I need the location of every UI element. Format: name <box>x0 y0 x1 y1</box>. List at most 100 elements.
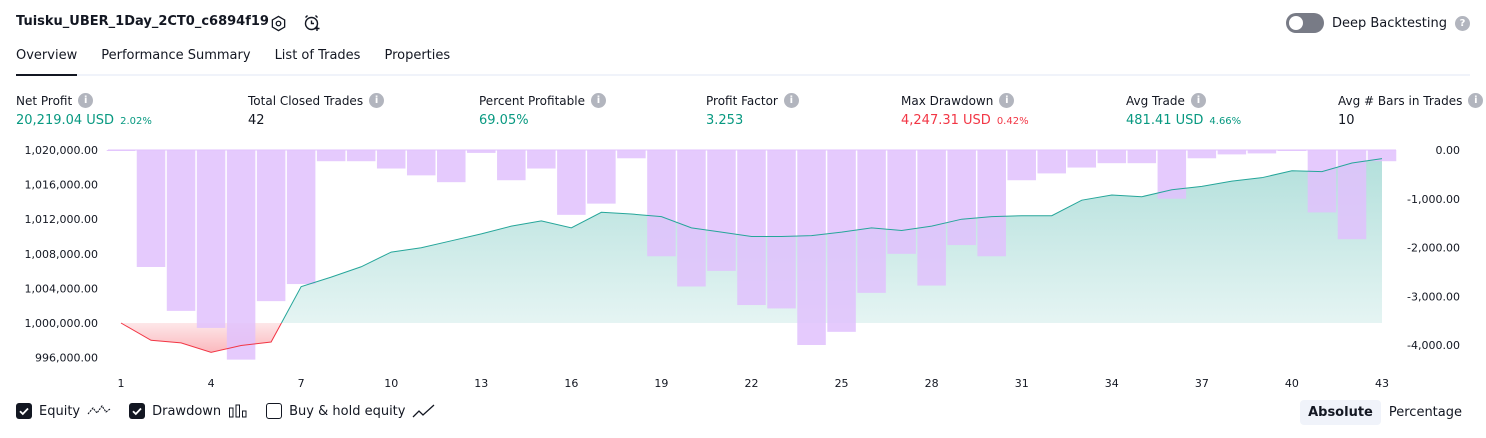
metric-label: Net Profit <box>16 93 73 108</box>
info-icon[interactable]: i <box>590 93 606 108</box>
help-icon[interactable]: ? <box>1455 15 1470 31</box>
drawdown-bar <box>737 150 766 306</box>
drawdown-bar <box>196 150 226 328</box>
toggle-switch[interactable] <box>1285 13 1324 33</box>
info-icon[interactable]: i <box>1190 93 1206 108</box>
x-tick-label: 19 <box>654 377 668 390</box>
tab-overview[interactable]: Overview <box>16 48 78 76</box>
legend-label: Equity <box>39 403 81 419</box>
drawdown-bar <box>1307 150 1337 213</box>
drawdown-bar <box>346 150 376 162</box>
metric-profit-factor: Profit Factor i 3.253 <box>706 93 799 128</box>
drawdown-bar <box>1157 150 1187 199</box>
y-tick-label-right: -2,000.00 <box>1407 242 1460 255</box>
metric-value: 481.41 USD <box>1126 113 1204 128</box>
buy-hold-checkbox[interactable] <box>266 403 283 419</box>
drawdown-bar <box>767 150 796 309</box>
info-icon[interactable]: i <box>369 93 385 108</box>
equity-checkbox[interactable] <box>16 403 32 419</box>
y-tick-label-left: 1,004,000.00 <box>25 282 98 295</box>
y-tick-label-left: 1,016,000.00 <box>25 179 98 192</box>
y-tick-label-right: -1,000.00 <box>1407 193 1460 206</box>
drawdown-bar <box>527 150 556 169</box>
x-tick-label: 40 <box>1285 377 1299 390</box>
tab-bar: Overview Performance Summary List of Tra… <box>16 48 1470 76</box>
x-tick-label: 4 <box>208 377 215 390</box>
drawdown-bar <box>797 150 826 345</box>
scale-toggle: Absolute Percentage <box>1300 400 1470 425</box>
deep-backtesting-toggle[interactable]: Deep Backtesting ? <box>1285 13 1470 33</box>
y-tick-label-left: 996,000.00 <box>35 352 98 365</box>
legend-buy-hold[interactable]: Buy & hold equity <box>266 403 436 419</box>
drawdown-bar <box>947 150 976 246</box>
drawdown-bar <box>1277 150 1307 151</box>
x-tick-label: 13 <box>474 377 488 390</box>
chart-legend: Equity Drawdown Buy & hold equity <box>16 403 436 419</box>
drawdown-bar <box>827 150 856 332</box>
metric-avg-trade: Avg Trade i 481.41 USD 4.66% <box>1126 93 1241 128</box>
drawdown-bar <box>467 150 496 153</box>
drawdown-bar <box>647 150 676 257</box>
drawdown-bar <box>557 150 586 215</box>
drawdown-bar <box>977 150 1006 257</box>
y-tick-label-left: 1,012,000.00 <box>25 213 98 226</box>
absolute-button[interactable]: Absolute <box>1300 400 1381 425</box>
drawdown-bar <box>887 150 916 254</box>
drawdown-bar <box>1097 150 1127 164</box>
y-tick-label-right: 0.00 <box>1436 144 1461 157</box>
drawdown-bar <box>587 150 616 204</box>
info-icon[interactable]: i <box>783 93 799 108</box>
info-icon[interactable]: i <box>999 93 1015 108</box>
percentage-button[interactable]: Percentage <box>1381 400 1470 425</box>
drawdown-bar <box>917 150 946 286</box>
metric-label: Avg # Bars in Trades <box>1338 93 1463 108</box>
equity-line-icon <box>87 405 111 415</box>
drawdown-bar <box>677 150 706 287</box>
legend-equity[interactable]: Equity <box>16 403 111 419</box>
drawdown-bar <box>497 150 526 181</box>
metric-label: Max Drawdown <box>901 93 994 108</box>
metric-percent-profitable: Percent Profitable i 69.05% <box>479 93 606 128</box>
metric-value: 69.05% <box>479 113 529 128</box>
drawdown-bar <box>1007 150 1036 181</box>
x-tick-label: 28 <box>925 377 939 390</box>
drawdown-bar <box>707 150 736 271</box>
legend-drawdown[interactable]: Drawdown <box>129 403 248 419</box>
metric-value: 3.253 <box>706 113 744 128</box>
y-tick-label-left: 1,008,000.00 <box>25 248 98 261</box>
drawdown-bar <box>286 150 316 285</box>
add-alert-icon[interactable] <box>302 13 322 33</box>
drawdown-bar <box>316 150 346 162</box>
metric-percent: 0.42% <box>996 116 1029 127</box>
metrics-row: Net Profit i 20,219.04 USD 2.02% Total Clo… <box>0 93 1486 133</box>
drawdown-checkbox[interactable] <box>129 403 146 419</box>
info-icon[interactable]: i <box>78 93 94 108</box>
drawdown-bar <box>1127 150 1157 164</box>
drawdown-bar <box>1217 150 1247 155</box>
metric-value: 20,219.04 USD <box>16 113 115 128</box>
metric-total-closed-trades: Total Closed Trades i 42 <box>248 93 385 128</box>
x-tick-label: 7 <box>298 377 305 390</box>
buy-hold-line-icon <box>413 404 435 418</box>
equity-drawdown-chart: 1,020,000.00 1,016,000.00 1,012,000.00 1,00… <box>25 144 1461 390</box>
drawdown-bar <box>226 150 256 360</box>
info-icon[interactable]: i <box>1468 93 1484 108</box>
tab-properties[interactable]: Properties <box>384 48 450 74</box>
metric-label: Total Closed Trades <box>248 93 364 108</box>
x-tick-label: 1 <box>118 377 125 390</box>
drawdown-bar <box>376 150 406 169</box>
metric-value: 10 <box>1338 113 1355 128</box>
drawdown-bar <box>857 150 886 293</box>
metric-label: Avg Trade <box>1126 93 1185 108</box>
settings-icon[interactable] <box>268 13 288 33</box>
metric-avg-bars: Avg # Bars in Trades i 10 <box>1338 93 1484 128</box>
x-tick-label: 10 <box>384 377 398 390</box>
x-tick-label: 31 <box>1015 377 1029 390</box>
drawdown-bar <box>1187 150 1217 159</box>
tab-list-of-trades[interactable]: List of Trades <box>275 48 361 74</box>
metric-percent: 4.66% <box>1209 116 1242 127</box>
x-tick-label: 25 <box>835 377 849 390</box>
drawdown-bar <box>136 150 166 267</box>
x-tick-label: 43 <box>1375 377 1389 390</box>
tab-performance-summary[interactable]: Performance Summary <box>101 48 250 74</box>
